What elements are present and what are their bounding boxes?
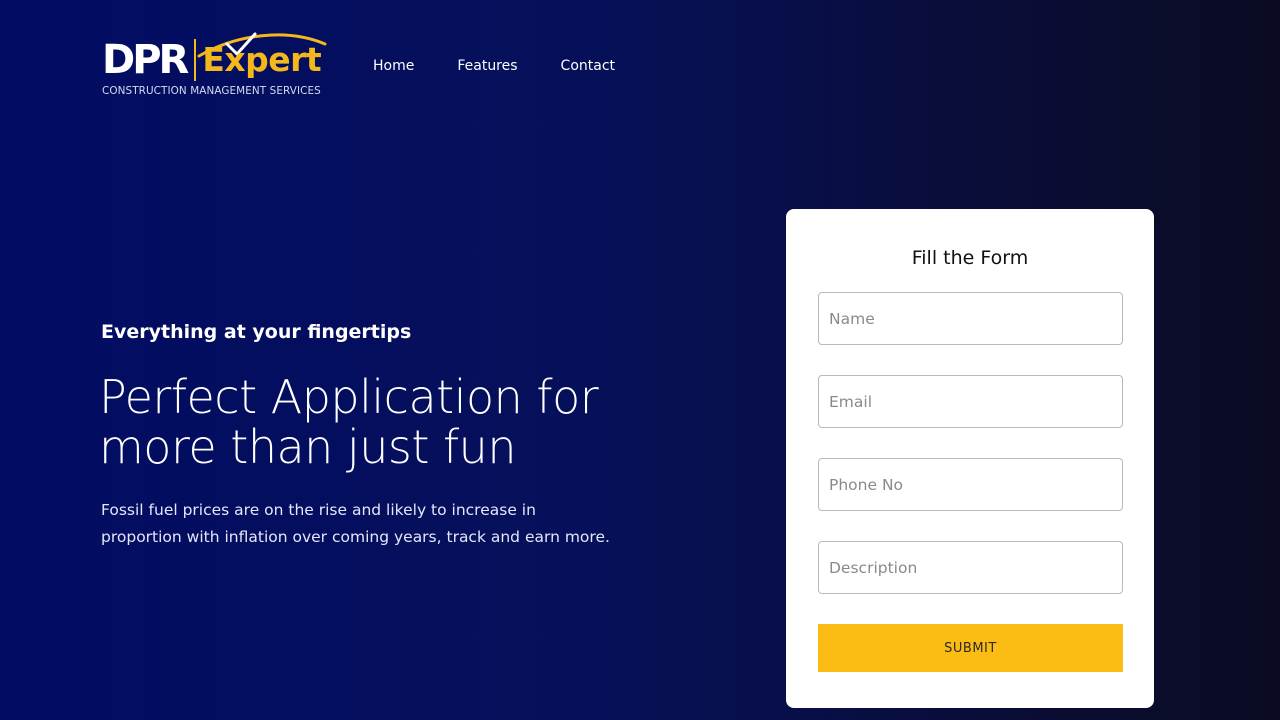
description-field[interactable] <box>818 541 1123 594</box>
brand-logo[interactable]: DPR Expert CONSTRUCTION MANAGEMENT SERVI… <box>102 30 332 100</box>
landing-page: DPR Expert CONSTRUCTION MANAGEMENT SERVI… <box>0 0 1280 720</box>
hero-subtext: Fossil fuel prices are on the rise and l… <box>101 501 610 546</box>
contact-form-card: Fill the Form SUBMIT <box>786 209 1154 708</box>
submit-button[interactable]: SUBMIT <box>818 624 1123 672</box>
nav-link-contact[interactable]: Contact <box>561 58 615 74</box>
name-field[interactable] <box>818 292 1123 345</box>
logo-wordmark: DPR Expert <box>102 37 322 83</box>
hero-eyebrow: Everything at your fingertips <box>101 321 412 343</box>
logo-tagline: CONSTRUCTION MANAGEMENT SERVICES <box>102 85 321 97</box>
hero-headline-line2: more than just fun <box>99 420 517 474</box>
main-nav: Home Features Contact <box>373 58 658 74</box>
logo-divider <box>194 39 197 81</box>
nav-link-home[interactable]: Home <box>373 58 414 74</box>
phone-field[interactable] <box>818 458 1123 511</box>
hero-headline: Perfect Application for more than just f… <box>99 372 659 472</box>
logo-expert-text: Expert <box>202 40 322 79</box>
nav-link-features[interactable]: Features <box>457 58 517 74</box>
email-field[interactable] <box>818 375 1123 428</box>
logo-dpr-text: DPR <box>102 37 189 83</box>
hero-headline-line1: Perfect Application for <box>99 370 599 424</box>
form-title: Fill the Form <box>911 247 1029 269</box>
